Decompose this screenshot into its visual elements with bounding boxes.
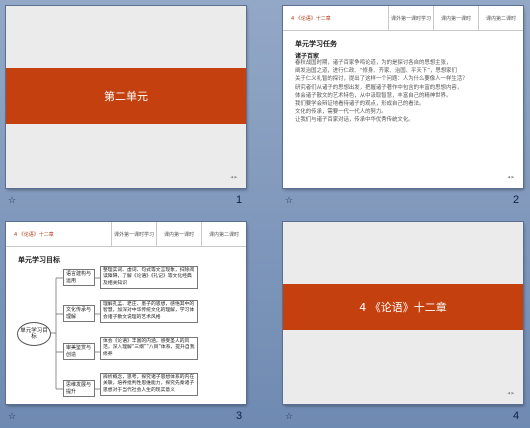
category-box: 思维发展与提升	[63, 380, 95, 397]
description-box: 整理实词、虚词、句式等文言现象，扫除阅读障碍，了解《论语》《礼记》等文化经典及相…	[100, 266, 198, 290]
slide-title-band: 4 《论语》十二章	[283, 284, 523, 330]
paragraph-line: 阐发治国之道，进行仁政、“修身、齐家、治国、平天下”，思想家们	[295, 68, 457, 75]
slide-header-bar: 4 《论语》十二章 课外第一课时学习 课内第一课时 课内第二课时	[283, 6, 523, 31]
paragraph-line: 研究者们从诸子的思想出发，把握诸子著作中包含的丰富的思想内容，	[295, 84, 463, 91]
animation-star-icon: ☆	[8, 196, 17, 206]
animation-star-icon: ☆	[285, 412, 294, 422]
slide-thumbnail-3[interactable]: 4 《论语》十二章 课外第一课时学习 课内第一课时 课内第二课时 单元学习目标 …	[6, 222, 246, 404]
description-box: 体会《论语》丰富的内涵，感受圣人的风范，深入理解“三纲”“八目”体系，提升自我修…	[100, 337, 198, 361]
slide-thumbnail-1[interactable]: 第二单元 ◂▸	[6, 6, 246, 188]
slide-title: 4 《论语》十二章	[359, 301, 447, 314]
animation-star-icon: ☆	[285, 196, 294, 206]
header-nav-2: 课内第一课时	[433, 6, 478, 30]
header-nav-1: 课外第一课时学习	[388, 6, 433, 30]
description-box: 辨析概念，思考，探究诸子思想体系的内在关联，培养批判性思维能力，探究先秦诸子思想…	[100, 373, 198, 397]
description-box: 理解孔孟、老庄、墨子的思想，感悟其中的智慧，加深对中华传统文化的理解，学习体会诸…	[100, 300, 198, 324]
category-box: 文化传承与理解	[63, 305, 95, 322]
slide-thumbnail-4[interactable]: 4 《论语》十二章 ◂▸	[283, 222, 523, 404]
paragraph-line: 春秋战国时期，诸子百家争鸣论道，为的是探讨各自的思想主张，	[295, 60, 452, 66]
paragraph-line: 我们要学会辩证地看待诸子的观点，形成自己的看法。	[295, 101, 425, 108]
paragraph-line: 关于仁义礼智的探讨，提出了这样一个问题：人为什么要像人一样生活？	[295, 76, 468, 83]
category-box: 审美鉴赏与创造	[63, 343, 95, 360]
slide-thumbnail-2[interactable]: 4 《论语》十二章 课外第一课时学习 课内第一课时 课内第二课时 单元学习任务 …	[283, 6, 523, 188]
slide-corner-mark: ◂▸	[506, 173, 515, 181]
section-title: 单元学习任务	[295, 40, 337, 48]
slide-number: 3	[236, 410, 243, 422]
slide-corner-mark: ◂▸	[506, 389, 515, 397]
header-nav-3: 课内第二课时	[478, 6, 523, 30]
slide-number: 4	[513, 410, 520, 422]
slide-title-band: 第二单元	[6, 68, 246, 124]
category-box: 语言建构与运用	[63, 269, 95, 286]
center-node: 单元学习目标	[17, 322, 51, 346]
body-text: 春秋战国时期，诸子百家争鸣论道，为的是探讨各自的思想主张， 阐发治国之道，进行仁…	[295, 59, 511, 125]
paragraph-line: 文化的传承，需要一代一代人的努力。	[295, 109, 387, 116]
slide-number: 2	[513, 194, 520, 206]
slide-number: 1	[236, 194, 243, 206]
animation-star-icon: ☆	[8, 412, 17, 422]
header-title: 4 《论语》十二章	[291, 15, 331, 22]
slide-corner-mark: ◂▸	[229, 173, 238, 181]
paragraph-line: 体会诸子散文的艺术特色，从中汲取智慧，丰富自己的精神世界。	[295, 92, 452, 99]
paragraph-line: 让我们与诸子百家对话，传承中华优秀传统文化。	[295, 117, 414, 124]
slide-title: 第二单元	[104, 90, 148, 103]
